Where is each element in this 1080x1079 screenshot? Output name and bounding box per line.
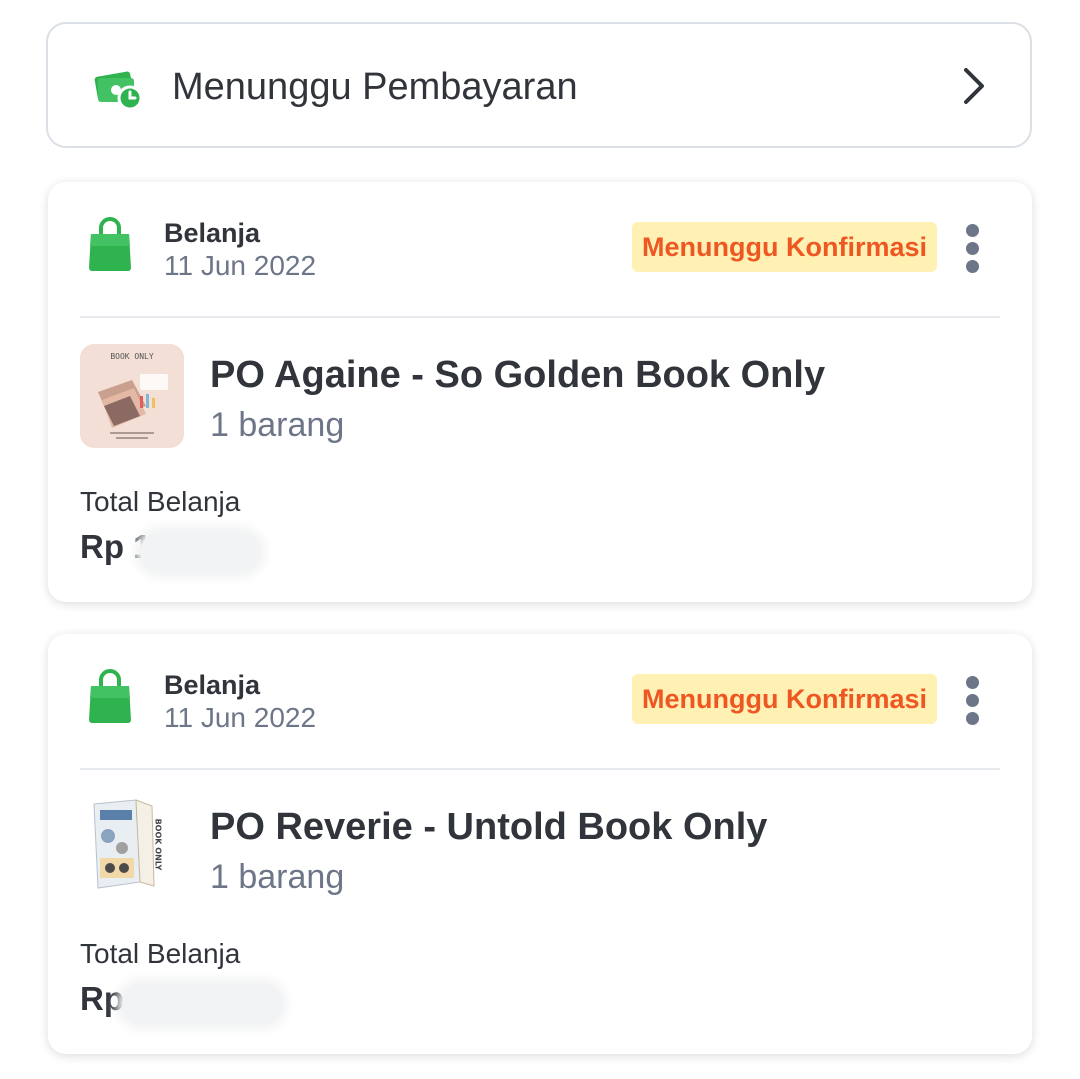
product-quantity: 1 barang: [210, 406, 345, 444]
product-thumbnail: BOOK ONLY: [80, 344, 184, 448]
order-category: Belanja: [164, 218, 261, 248]
book-image: [93, 799, 155, 889]
total-value: Rp: [80, 980, 124, 1017]
chevron-right-icon[interactable]: [954, 66, 994, 106]
status-badge: Menunggu Konfirmasi: [632, 222, 937, 272]
more-options-icon[interactable]: [958, 676, 986, 728]
product-name: PO Againe - So Golden Book Only: [210, 354, 826, 396]
pending-payment-label: Menunggu Pembayaran: [172, 66, 578, 108]
thumbnail-caption: BOOK ONLY: [153, 818, 163, 871]
order-date: 11 Jun 2022: [164, 702, 317, 733]
shopping-bag-icon: [89, 669, 131, 723]
money-clock-icon: [94, 71, 142, 111]
pending-payment-banner[interactable]: Menunggu Pembayaran: [46, 22, 1032, 148]
thumbnail-caption: BOOK ONLY: [110, 352, 154, 361]
redaction-blur: [122, 984, 282, 1024]
product-quantity: 1 barang: [210, 858, 345, 896]
product-name: PO Reverie - Untold Book Only: [210, 806, 768, 848]
divider: [80, 316, 1000, 318]
total-label: Total Belanja: [80, 486, 241, 517]
redaction-blur: [140, 532, 260, 572]
order-date: 11 Jun 2022: [164, 250, 317, 281]
product-thumbnail: BOOK ONLY: [80, 796, 184, 900]
order-card[interactable]: Belanja 11 Jun 2022 Menunggu Konfirmasi …: [48, 182, 1032, 602]
status-badge: Menunggu Konfirmasi: [632, 674, 937, 724]
order-category: Belanja: [164, 670, 261, 700]
total-label: Total Belanja: [80, 938, 241, 969]
divider: [80, 768, 1000, 770]
order-card[interactable]: Belanja 11 Jun 2022 Menunggu Konfirmasi …: [48, 634, 1032, 1054]
more-options-icon[interactable]: [958, 224, 986, 276]
shopping-bag-icon: [89, 217, 131, 271]
